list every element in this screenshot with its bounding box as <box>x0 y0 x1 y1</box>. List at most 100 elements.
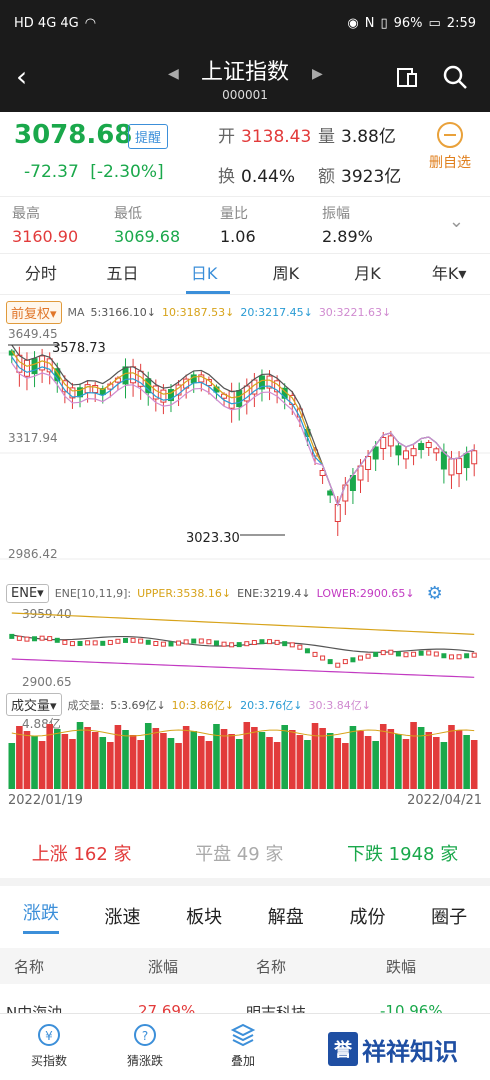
volume-label: 量 <box>318 127 335 147</box>
tab-constituents[interactable]: 成份 <box>349 903 385 929</box>
search-icon[interactable] <box>442 64 468 90</box>
col-name-1: 名称 <box>14 958 45 976</box>
open-field: 开 3138.43 <box>218 122 311 147</box>
quote-panel: 3078.68 提醒 -72.37 [-2.30%] 开 3138.43 量 3.8… <box>0 112 490 197</box>
buy-index-button[interactable]: ¥ 买指数 <box>14 1022 84 1069</box>
ene-candle <box>69 641 75 647</box>
active-tab-indicator <box>186 291 230 294</box>
ene-candle <box>471 652 477 658</box>
tab-analysis[interactable]: 解盘 <box>268 903 304 929</box>
ene-candle <box>100 640 106 646</box>
ene-chart[interactable] <box>0 605 490 689</box>
ene-candle <box>380 650 386 656</box>
minus-circle-icon <box>437 122 463 148</box>
clock: 2:59 <box>446 15 476 31</box>
tab-sectors[interactable]: 板块 <box>186 903 222 929</box>
volume-bar <box>251 727 258 789</box>
stat-low-value: 3069.68 <box>114 227 181 246</box>
kline-candle <box>395 445 402 456</box>
volume-bar <box>144 723 152 789</box>
remove-watchlist-button[interactable]: 删自选 <box>420 122 480 172</box>
wifi-icon: ◠ <box>84 15 97 31</box>
volume-bar <box>137 740 144 789</box>
tab-daily-k[interactable]: 日K <box>163 254 245 294</box>
ma-line <box>11 344 475 507</box>
ene-candle <box>456 654 462 660</box>
ene-candle <box>62 639 68 645</box>
tab-intraday[interactable]: 分时 <box>0 254 82 294</box>
ene-params: ENE[10,11,9]: <box>54 587 132 600</box>
ene-candle <box>168 641 174 647</box>
stat-high-value: 3160.90 <box>12 227 79 246</box>
tab-community[interactable]: 圈子 <box>431 903 467 929</box>
stat-low: 最低 3069.68 <box>114 203 180 246</box>
date-end: 2022/04/21 <box>407 793 482 808</box>
ma5-value: 5:3166.10↓ <box>90 306 156 319</box>
volume-bar <box>266 737 273 789</box>
volume-bar <box>182 726 190 789</box>
remove-watchlist-label: 删自选 <box>429 155 471 171</box>
tab-speed[interactable]: 涨速 <box>104 903 140 929</box>
ene-candle <box>312 651 318 657</box>
ene-candle <box>229 642 235 648</box>
volume-bar <box>46 724 53 789</box>
ene-candle <box>160 641 166 647</box>
ene-candle <box>130 637 136 643</box>
bottom-section-tabs: 涨跌 涨速 板块 解盘 成份 圈子 <box>0 886 490 946</box>
volume-select[interactable]: 成交量▾ <box>6 693 62 716</box>
tab-gainers-losers[interactable]: 涨跌 <box>22 899 59 934</box>
svg-text:¥: ¥ <box>45 1029 53 1043</box>
ene-candle <box>85 640 91 646</box>
layers-icon <box>230 1023 256 1047</box>
ene-candle <box>115 638 121 644</box>
change-value: -72.37 <box>24 162 79 182</box>
volume-bar <box>273 742 281 789</box>
volume-bar <box>349 726 357 789</box>
volume-bar <box>433 737 440 789</box>
tab-five-day[interactable]: 五日 <box>82 254 164 294</box>
kline-candle <box>327 490 334 496</box>
volume-value: 3.88亿 <box>341 127 396 147</box>
tab-weekly-k[interactable]: 周K <box>245 254 327 294</box>
ma30-value: 30:3221.63↓ <box>318 306 392 319</box>
volume-bar <box>455 730 463 789</box>
kline-candle <box>418 443 425 451</box>
remind-button[interactable]: 提醒 <box>128 124 169 149</box>
kline-candle <box>463 453 470 469</box>
volume-bar <box>31 736 38 789</box>
tab-monthly-k[interactable]: 月K <box>327 254 409 294</box>
volume-bar <box>470 740 478 789</box>
open-label: 开 <box>218 127 235 147</box>
ene-candle <box>395 651 401 657</box>
volume-bar <box>334 738 342 789</box>
vibrate-icon: ▯ <box>380 15 388 31</box>
volume-bar <box>288 730 296 789</box>
date-start: 2022/01/19 <box>8 793 83 808</box>
ene-candle <box>373 651 379 657</box>
volume-bar <box>213 724 220 789</box>
chart-area[interactable]: 前复权▾ MA 5:3166.10↓ 10:3187.53↓ 20:3217.4… <box>0 295 490 808</box>
kline-chart[interactable] <box>0 323 490 573</box>
ene-select[interactable]: ENE▾ <box>6 584 49 603</box>
stat-amplitude-value: 2.89% <box>322 227 373 246</box>
volume-legend: 成交量▾ 成交量: 5:3.69亿↓ 10:3.86亿↓ 20:3.76亿↓ 3… <box>6 693 371 716</box>
ene-candle <box>213 640 219 646</box>
next-stock-icon[interactable]: ▶ <box>312 66 323 82</box>
volume-bar <box>402 739 410 789</box>
settings-gear-icon[interactable]: ⚙ <box>427 583 443 604</box>
chevron-down-icon[interactable]: ⌄ <box>449 211 464 232</box>
guess-button[interactable]: ? 猜涨跌 <box>110 1022 180 1069</box>
ene-candle <box>426 650 432 656</box>
ene-upper-line <box>11 612 475 635</box>
turnover-value: 0.44% <box>241 167 296 187</box>
nav-bar: ‹ ◀ 上证指数 000001 ▶ <box>0 46 490 112</box>
kline-candle <box>190 374 197 384</box>
col-loss: 跌幅 <box>386 958 417 976</box>
adjust-select[interactable]: 前复权▾ <box>6 301 62 324</box>
tab-yearly-k[interactable]: 年K▾ <box>408 254 490 294</box>
overlay-button[interactable]: 叠加 <box>208 1022 278 1069</box>
ene-candle <box>358 655 363 661</box>
volume-chart[interactable] <box>0 719 490 789</box>
volume-bar <box>296 735 304 789</box>
f10-icon[interactable] <box>396 66 418 88</box>
